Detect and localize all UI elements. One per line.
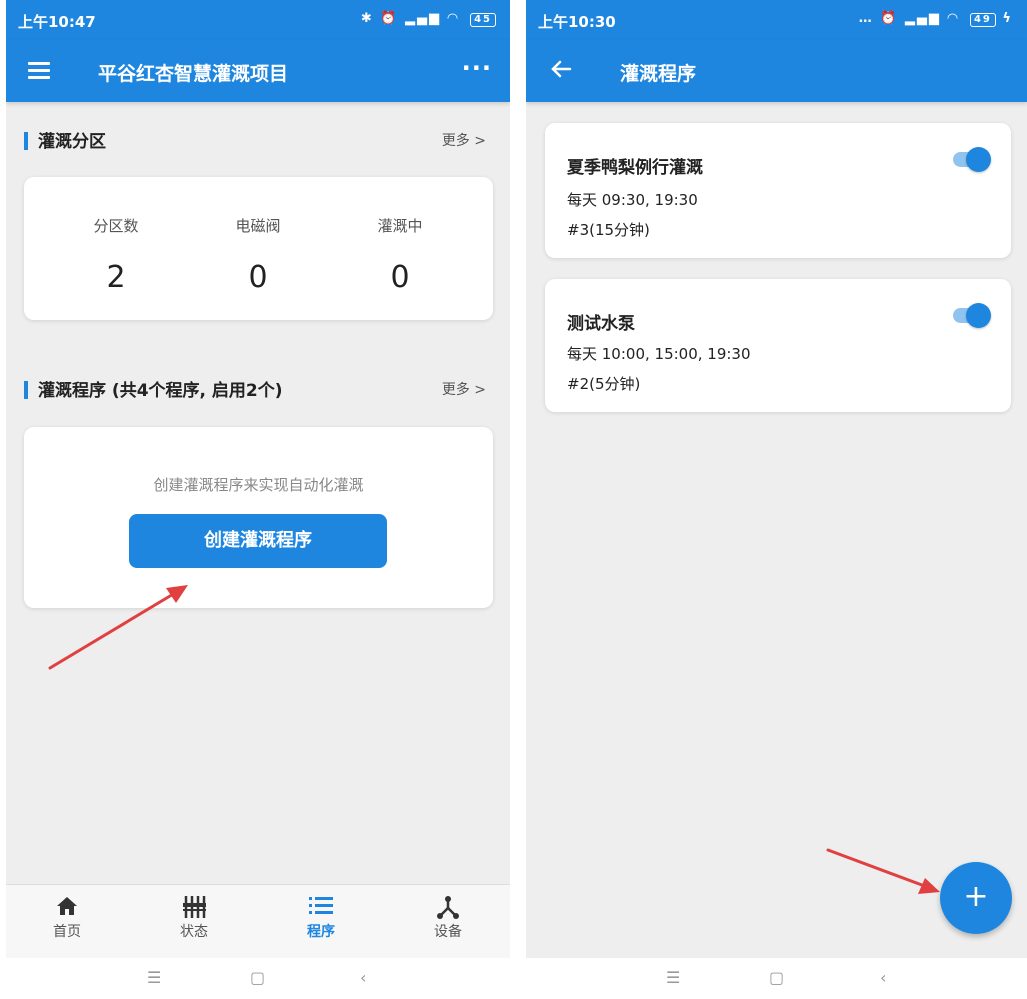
create-program-button[interactable]: 创建灌溉程序 <box>129 514 387 568</box>
sliders-icon <box>154 895 234 921</box>
annotation-arrow <box>826 848 940 894</box>
app-bar: 灌溉程序 <box>526 40 1027 102</box>
home-icon <box>27 895 107 921</box>
page-title: 平谷红杏智慧灌溉项目 <box>98 63 289 85</box>
back-arrow-icon[interactable] <box>550 58 572 84</box>
nav-home[interactable]: 首页 <box>27 895 107 941</box>
system-menu-icon[interactable]: ☰ <box>666 968 680 987</box>
system-home-icon[interactable]: ▢ <box>769 968 784 987</box>
app-bar: 平谷红杏智慧灌溉项目 ··· <box>6 40 510 102</box>
battery-icon: 45 <box>470 13 496 27</box>
status-bar: 上午10:47 ✱ ⏰ ▂▄▆ ◠ 45 <box>6 0 510 40</box>
program-name: 夏季鸭梨例行灌溉 <box>567 158 703 178</box>
programs-section-title: 灌溉程序 (共4个程序, 启用2个) <box>24 376 283 401</box>
more-options-icon[interactable]: ··· <box>462 54 492 82</box>
status-bar: 上午10:30 … ⏰ ▂▄▆ ◠ 49 ϟ <box>526 0 1027 40</box>
page-title: 灌溉程序 <box>620 63 697 85</box>
system-menu-icon[interactable]: ☰ <box>147 968 161 987</box>
program-detail: #2(5分钟) <box>567 375 641 393</box>
zones-more-link[interactable]: 更多 > <box>442 130 486 150</box>
nav-status[interactable]: 状态 <box>154 895 234 941</box>
bottom-navigation: 首页 状态 程序 设备 <box>6 884 510 959</box>
nav-programs-label: 程序 <box>307 924 335 940</box>
program-schedule: 每天 09:30, 19:30 <box>567 191 698 209</box>
nav-devices[interactable]: 设备 <box>408 895 488 941</box>
program-enable-toggle[interactable] <box>951 303 991 329</box>
zones-summary-card: 分区数 2 电磁阀 0 灌溉中 0 <box>24 177 493 320</box>
nav-home-label: 首页 <box>53 924 81 940</box>
program-name: 测试水泵 <box>567 314 635 334</box>
status-time: 上午10:30 <box>538 13 616 31</box>
list-icon <box>281 895 361 921</box>
program-card[interactable]: 测试水泵 每天 10:00, 15:00, 19:30 #2(5分钟) <box>545 279 1011 412</box>
system-navigation-bar: ☰ ▢ ‹ <box>526 958 1027 999</box>
right-screen: 上午10:30 … ⏰ ▂▄▆ ◠ 49 ϟ 灌溉程序 夏季鸭梨例行灌溉 每天 … <box>526 0 1027 999</box>
status-icons: … ⏰ ▂▄▆ ◠ 49 ϟ <box>858 11 1013 27</box>
zones-section-title: 灌溉分区 <box>24 127 106 152</box>
system-navigation-bar: ☰ ▢ ‹ <box>6 958 510 999</box>
nav-devices-label: 设备 <box>434 924 462 940</box>
add-program-button[interactable]: + <box>940 862 1012 934</box>
nav-programs[interactable]: 程序 <box>281 895 361 941</box>
network-icon <box>408 895 488 921</box>
stat-zone-count: 分区数 2 <box>93 217 139 295</box>
stat-solenoid-valves: 电磁阀 0 <box>235 217 281 295</box>
battery-icon: 49 <box>969 13 996 27</box>
program-card[interactable]: 夏季鸭梨例行灌溉 每天 09:30, 19:30 #3(15分钟) <box>545 123 1011 258</box>
stat-irrigating: 灌溉中 0 <box>377 217 423 295</box>
program-enable-toggle[interactable] <box>951 147 991 173</box>
nav-status-label: 状态 <box>180 924 208 940</box>
system-back-icon[interactable]: ‹ <box>880 968 886 987</box>
program-schedule: 每天 10:00, 15:00, 19:30 <box>567 345 751 363</box>
create-program-hint: 创建灌溉程序来实现自动化灌溉 <box>153 476 364 494</box>
system-back-icon[interactable]: ‹ <box>360 968 366 987</box>
system-home-icon[interactable]: ▢ <box>250 968 265 987</box>
menu-icon[interactable] <box>28 62 50 79</box>
status-icons: ✱ ⏰ ▂▄▆ ◠ 45 <box>361 11 496 27</box>
programs-more-link[interactable]: 更多 > <box>442 379 486 399</box>
status-time: 上午10:47 <box>18 13 96 31</box>
left-screen: 上午10:47 ✱ ⏰ ▂▄▆ ◠ 45 平谷红杏智慧灌溉项目 ··· 灌溉分区… <box>6 0 510 999</box>
program-detail: #3(15分钟) <box>567 221 650 239</box>
programs-empty-card: 创建灌溉程序来实现自动化灌溉 创建灌溉程序 <box>24 427 493 608</box>
